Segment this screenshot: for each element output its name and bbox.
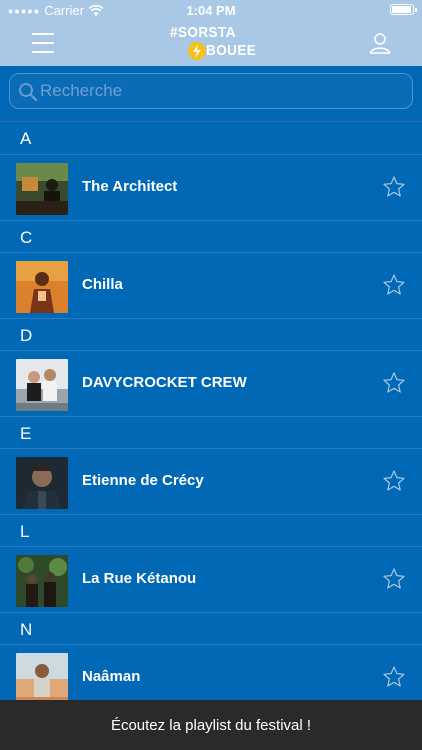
battery-icon	[390, 4, 417, 15]
hamburger-icon-line	[32, 51, 54, 53]
artist-name: Chilla	[82, 276, 123, 293]
user-icon[interactable]	[368, 31, 392, 55]
artist-name: Naâman	[82, 668, 141, 685]
app-logo: #SORSTA BOUEE	[168, 22, 258, 64]
artist-photo	[16, 457, 68, 509]
artist-name: The Architect	[82, 178, 178, 195]
artist-name: Etienne de Crécy	[82, 472, 204, 489]
bolt-icon	[188, 42, 206, 60]
star-icon[interactable]	[382, 371, 406, 395]
artist-row[interactable]: DAVYCROCKET CREW	[0, 350, 422, 416]
search-input[interactable]	[40, 78, 400, 104]
artist-row[interactable]: La Rue Kétanou	[0, 546, 422, 612]
section-letter: A	[20, 129, 32, 148]
artist-photo	[16, 359, 68, 411]
artist-row[interactable]: Naâman	[0, 644, 422, 700]
artist-photo	[16, 261, 68, 313]
hamburger-icon-line	[32, 42, 54, 44]
artist-photo	[16, 653, 68, 700]
playlist-banner-label: Écoutez la playlist du festival !	[110, 716, 312, 734]
section-header-c: C	[0, 220, 422, 252]
section-letter: C	[20, 228, 33, 247]
artist-name: La Rue Kétanou	[82, 570, 197, 587]
star-icon[interactable]	[382, 273, 406, 297]
status-time: 1:04 PM	[186, 3, 236, 18]
artist-photo	[16, 163, 68, 215]
search-bar	[0, 66, 422, 122]
artist-photo	[16, 555, 68, 607]
menu-button[interactable]	[28, 30, 58, 56]
artist-list: A The Architect C Chilla D DAVYCROCKET C…	[0, 122, 422, 700]
status-bar: ●●●●● Carrier 1:04 PM	[0, 0, 422, 20]
section-header-a: A	[0, 122, 422, 154]
section-letter: L	[20, 522, 30, 541]
hamburger-icon-line	[32, 33, 54, 35]
star-icon[interactable]	[382, 469, 406, 493]
star-icon[interactable]	[382, 665, 406, 689]
artist-name: DAVYCROCKET CREW	[82, 374, 247, 391]
section-letter: E	[20, 424, 32, 443]
logo-line1: #SORSTA	[170, 24, 236, 41]
playlist-banner[interactable]: Écoutez la playlist du festival !	[0, 700, 422, 750]
section-header-n: N	[0, 612, 422, 644]
star-icon[interactable]	[382, 175, 406, 199]
section-letter: D	[20, 326, 33, 345]
star-icon[interactable]	[382, 567, 406, 591]
artist-row[interactable]: Etienne de Crécy	[0, 448, 422, 514]
search-box[interactable]	[9, 73, 413, 109]
artist-row[interactable]: The Architect	[0, 154, 422, 220]
app-header: ●●●●● Carrier 1:04 PM #SORSTA BOUEE	[0, 0, 422, 66]
section-header-e: E	[0, 416, 422, 448]
artist-row[interactable]: Chilla	[0, 252, 422, 318]
logo-line2: BOUEE	[206, 42, 257, 59]
section-header-l: L	[0, 514, 422, 546]
search-icon	[19, 83, 37, 101]
section-header-d: D	[0, 318, 422, 350]
section-letter: N	[20, 620, 33, 639]
